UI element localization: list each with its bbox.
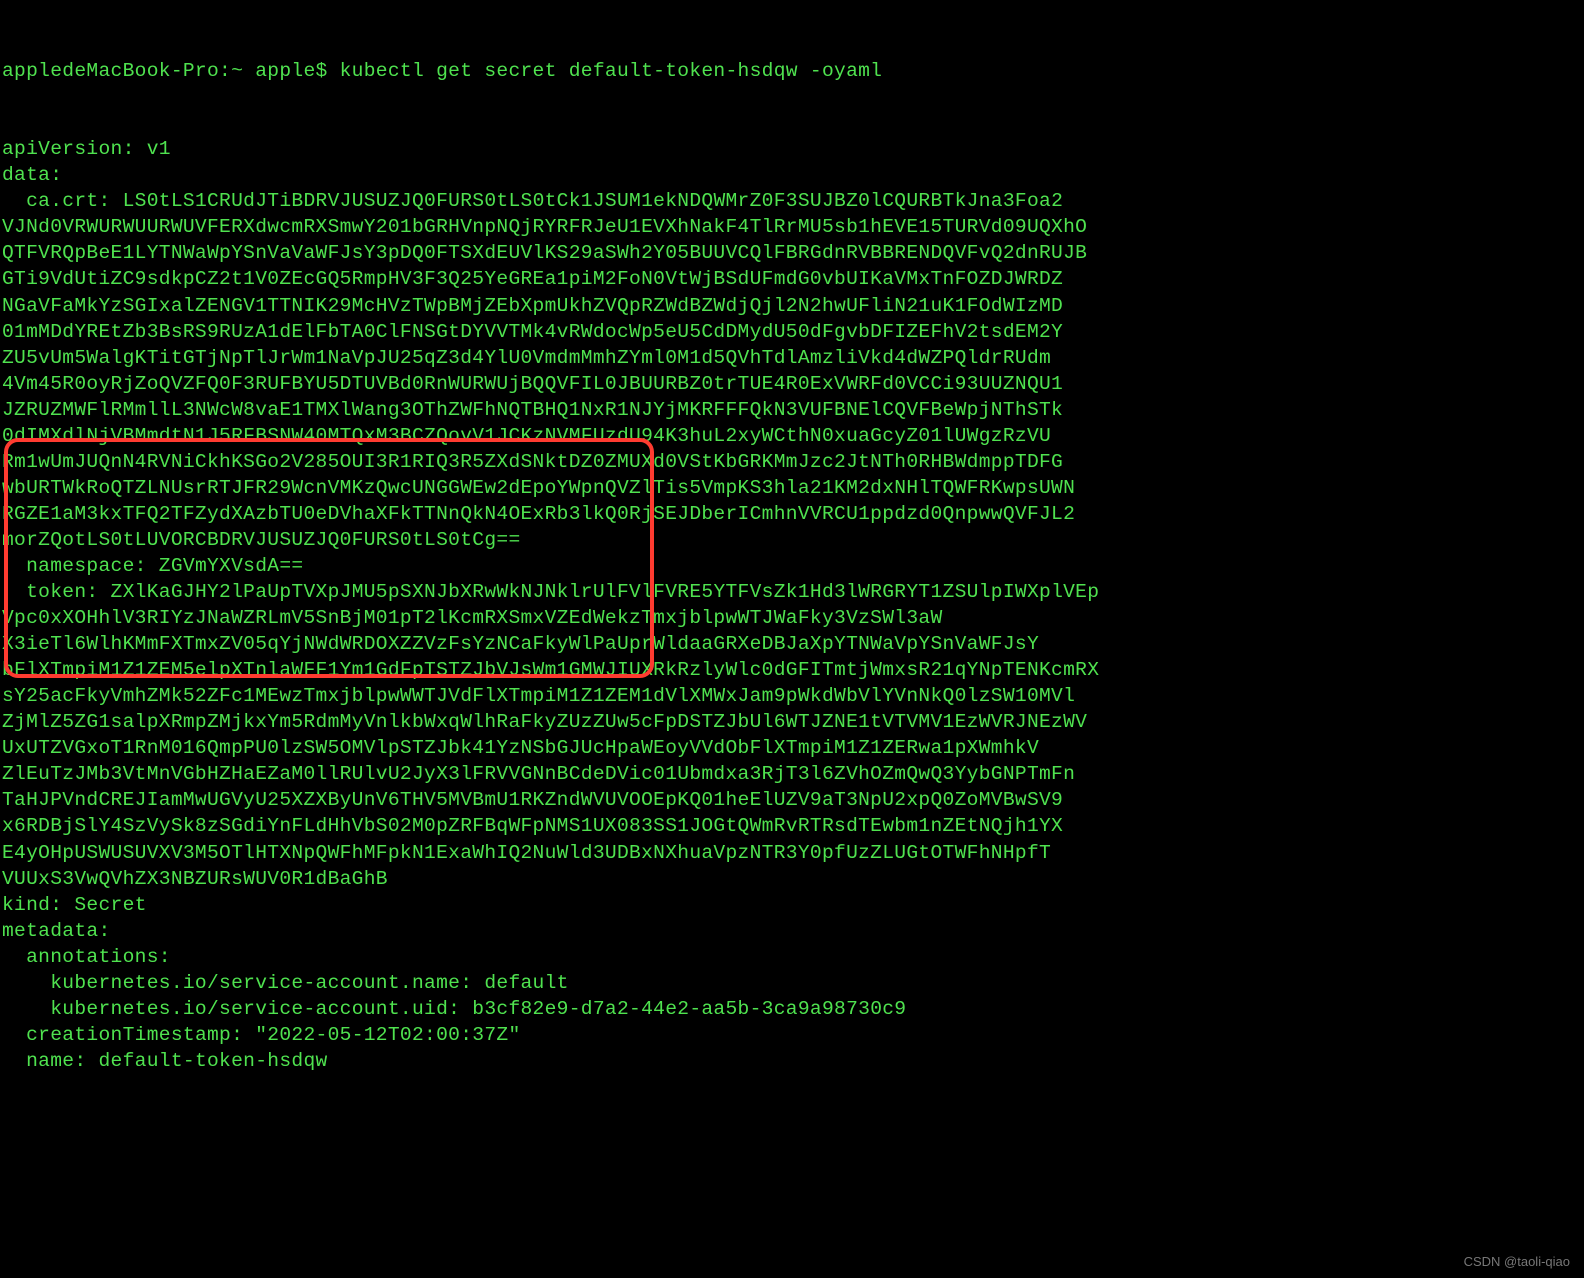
output-line: QTFVRQpBeE1LYTNWaWpYSnVaVaWFJsY3pDQ0FTSX… <box>2 240 1584 266</box>
output-line: morZQotLS0tLUVORCBDRVJUSUZJQ0FURS0tLS0tC… <box>2 527 1584 553</box>
output-line: RGZE1aM3kxTFQ2TFZydXAzbTU0eDVhaXFkTTNnQk… <box>2 501 1584 527</box>
output-line: X3ieTl6WlhKMmFXTmxZV05qYjNWdWRDOXZZVzFsY… <box>2 631 1584 657</box>
output-lines: apiVersion: v1data: ca.crt: LS0tLS1CRUdJ… <box>2 136 1584 1074</box>
output-line: VJNd0VRWURWUURWUVFERXdwcmRXSmwY201bGRHVn… <box>2 214 1584 240</box>
output-line: kind: Secret <box>2 892 1584 918</box>
output-line: GTi9VdUtiZC9sdkpCZ2t1V0ZEcGQ5RmpHV3F3Q25… <box>2 266 1584 292</box>
output-line: E4yOHpUSWUSUVXV3M5OTlHTXNpQWFhMFpkN1ExaW… <box>2 840 1584 866</box>
output-line: sY25acFkyVmhZMk52ZFc1MEwzTmxjblpwWWTJVdF… <box>2 683 1584 709</box>
output-line: namespace: ZGVmYXVsdA== <box>2 553 1584 579</box>
output-line: apiVersion: v1 <box>2 136 1584 162</box>
output-line: kubernetes.io/service-account.name: defa… <box>2 970 1584 996</box>
output-line: TaHJPVndCREJIamMwUGVyU25XZXByUnV6THV5MVB… <box>2 787 1584 813</box>
terminal-output[interactable]: appledeMacBook-Pro:~ apple$ kubectl get … <box>0 0 1584 1100</box>
output-line: metadata: <box>2 918 1584 944</box>
output-line: 4Vm45R0oyRjZoQVZFQ0F3RUFBYU5DTUVBd0RnWUR… <box>2 371 1584 397</box>
output-line: 0dIMXdlNjVBMmdtN1J5RFBSNW40MTQxM3BCZQovV… <box>2 423 1584 449</box>
watermark: CSDN @taoli-qiao <box>1464 1253 1570 1270</box>
output-line: Vpc0xXOHhlV3RIYzJNaWZRLmV5SnBjM01pT2lKcm… <box>2 605 1584 631</box>
prompt-line: appledeMacBook-Pro:~ apple$ kubectl get … <box>2 58 1584 84</box>
output-line: creationTimestamp: "2022-05-12T02:00:37Z… <box>2 1022 1584 1048</box>
output-line: data: <box>2 162 1584 188</box>
output-line: 01mMDdYREtZb3BsRS9RUzA1dElFbTA0ClFNSGtDY… <box>2 319 1584 345</box>
output-line: Rm1wUmJUQnN4RVNiCkhKSGo2V285OUI3R1RIQ3R5… <box>2 449 1584 475</box>
output-line: x6RDBjSlY4SzVySk8zSGdiYnFLdHhVbS02M0pZRF… <box>2 813 1584 839</box>
output-line: wbURTWkRoQTZLNUsrRTJFR29WcnVMKzQwcUNGGWE… <box>2 475 1584 501</box>
output-line: ZU5vUm5WalgKTitGTjNpTlJrWm1NaVpJU25qZ3d4… <box>2 345 1584 371</box>
output-line: name: default-token-hsdqw <box>2 1048 1584 1074</box>
output-line: JZRUZMWFlRMmllL3NWcW8vaE1TMXlWang3OThZWF… <box>2 397 1584 423</box>
output-line: ZlEuTzJMb3VtMnVGbHZHaEZaM0llRUlvU2JyX3lF… <box>2 761 1584 787</box>
output-line: kubernetes.io/service-account.uid: b3cf8… <box>2 996 1584 1022</box>
output-line: UxUTZVGxoT1RnM016QmpPU0lzSW5OMVlpSTZJbk4… <box>2 735 1584 761</box>
output-line: VUUxS3VwQVhZX3NBZURsWUV0R1dBaGhB <box>2 866 1584 892</box>
output-line: NGaVFaMkYzSGIxalZENGV1TTNIK29McHVzTWpBMj… <box>2 293 1584 319</box>
output-line: bFlXTmpiM1Z1ZEM5elpXTnlaWFF1Ym1GdFpTSTZJ… <box>2 657 1584 683</box>
output-line: ca.crt: LS0tLS1CRUdJTiBDRVJUSUZJQ0FURS0t… <box>2 188 1584 214</box>
output-line: ZjMlZ5ZG1salpXRmpZMjkxYm5RdmMyVnlkbWxqWl… <box>2 709 1584 735</box>
output-line: token: ZXlKaGJHY2lPaUpTVXpJMU5pSXNJbXRwW… <box>2 579 1584 605</box>
output-line: annotations: <box>2 944 1584 970</box>
